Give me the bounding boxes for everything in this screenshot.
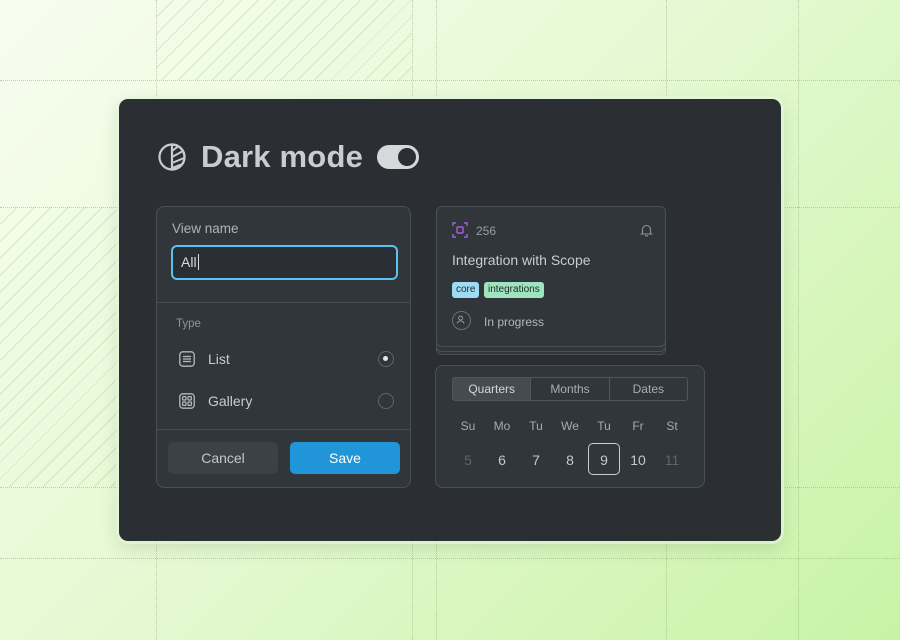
issue-title: Integration with Scope (452, 252, 591, 268)
tab-dates[interactable]: Dates (610, 378, 687, 400)
issue-type-icon (452, 222, 468, 238)
calendar-day[interactable]: 11 (657, 452, 687, 468)
hatch-pattern-left (0, 207, 120, 487)
type-option-label: Gallery (208, 393, 253, 409)
assignee-avatar[interactable] (452, 311, 471, 330)
grid-line (798, 0, 799, 640)
page-title: Dark mode (201, 139, 364, 174)
view-form-card: View name All Type List Gallery Cancel S… (156, 206, 411, 488)
list-icon (179, 351, 195, 367)
panel-header: Dark mode (157, 139, 420, 175)
calendar-day[interactable]: 8 (555, 452, 585, 468)
weekday-label: St (666, 419, 678, 433)
calendar-card: Quarters Months Dates Su Mo Tu We Tu Fr … (435, 365, 705, 488)
weekday-label: Fr (632, 419, 644, 433)
issue-number: 256 (476, 224, 497, 238)
gallery-icon (179, 393, 195, 409)
cancel-button[interactable]: Cancel (168, 442, 278, 474)
grid-line (0, 558, 900, 559)
user-icon (456, 315, 465, 324)
toggle-knob (398, 148, 417, 166)
period-segmented-control: Quarters Months Dates (452, 377, 688, 401)
calendar-day[interactable]: 5 (453, 452, 483, 468)
dark-mode-panel: Dark mode View name All Type List Galler… (119, 99, 781, 541)
weekday-label: Tu (597, 419, 611, 433)
contrast-icon (158, 143, 186, 171)
calendar-day[interactable]: 6 (487, 452, 517, 468)
weekday-label: We (561, 419, 579, 433)
gallery-radio[interactable] (378, 393, 394, 409)
view-name-value: All (181, 254, 197, 270)
bell-icon[interactable] (640, 223, 653, 237)
list-radio[interactable] (378, 351, 394, 367)
weekday-label: Mo (493, 419, 511, 433)
calendar-day[interactable]: 7 (521, 452, 551, 468)
type-label: Type (176, 318, 201, 330)
calendar-day[interactable]: 10 (623, 452, 653, 468)
text-caret (197, 254, 199, 270)
weekday-label: Su (460, 419, 476, 433)
dark-mode-toggle[interactable] (377, 145, 420, 169)
tab-quarters[interactable]: Quarters (453, 378, 532, 400)
type-option-label: List (208, 351, 230, 367)
type-option-list[interactable]: List (179, 348, 394, 370)
divider (157, 429, 410, 430)
weekday-label: Tu (529, 419, 543, 433)
tab-months[interactable]: Months (531, 378, 610, 400)
calendar-day-selected[interactable]: 9 (589, 452, 619, 468)
view-name-label: View name (172, 221, 239, 236)
tag-core: core (452, 282, 480, 298)
divider (157, 302, 410, 303)
type-option-gallery[interactable]: Gallery (179, 390, 394, 412)
tag-integrations: integrations (484, 282, 544, 298)
grid-line (0, 80, 900, 81)
save-button[interactable]: Save (290, 442, 400, 474)
status-text: In progress (484, 315, 545, 329)
view-name-input[interactable]: All (171, 245, 398, 280)
hatch-pattern-top (156, 0, 412, 80)
issue-card[interactable]: 256 Integration with Scope core integrat… (436, 206, 666, 347)
